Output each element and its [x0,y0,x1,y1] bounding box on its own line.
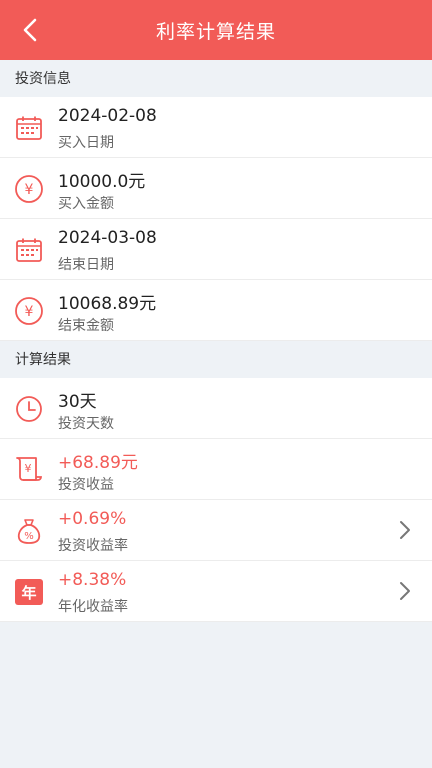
row-invest-return-rate[interactable]: % +0.69% 投资收益率 [0,500,432,561]
chevron-right-icon [400,582,410,600]
yen-icon: ¥ [14,174,44,204]
end-amount-label: 结束金额 [58,318,114,334]
row-end-date: 2024-03-08 结束日期 [0,219,432,280]
annual-return-rate-value: +8.38% [58,570,127,590]
top-bar: 利率计算结果 [0,0,432,60]
invest-profit-label: 投资收益 [58,477,114,493]
back-button[interactable] [16,16,44,44]
row-buy-date: 2024-02-08 买入日期 [0,97,432,158]
end-date-value: 2024-03-08 [58,228,157,248]
buy-date-label: 买入日期 [58,135,114,151]
section-header-invest-info: 投资信息 [0,60,432,96]
row-invest-profit: ¥ +68.89元 投资收益 [0,439,432,500]
clock-icon [14,394,44,424]
row-annual-return-rate[interactable]: 年 +8.38% 年化收益率 [0,561,432,622]
calendar-icon [14,235,44,265]
end-amount-value: 10068.89元 [58,294,157,314]
annual-return-rate-label: 年化收益率 [58,599,128,615]
row-end-amount: ¥ 10068.89元 结束金额 [0,280,432,341]
chevron-left-icon [23,18,37,42]
nian-icon: 年 [15,579,43,605]
invest-return-rate-label: 投资收益率 [58,538,128,554]
row-invest-days: 30天 投资天数 [0,378,432,439]
section-header-calc-result: 计算结果 [0,341,432,377]
percent-bag-icon: % [14,516,44,546]
end-date-label: 结束日期 [58,257,114,273]
invest-days-value: 30天 [58,392,97,412]
buy-amount-value: 10000.0元 [58,172,146,192]
invest-days-label: 投资天数 [58,416,114,432]
calendar-icon [14,113,44,143]
svg-text:%: % [24,531,34,542]
page-title: 利率计算结果 [155,20,276,43]
yen-scroll-icon: ¥ [14,455,44,485]
buy-amount-label: 买入金额 [58,196,114,212]
svg-text:¥: ¥ [25,304,34,320]
buy-date-value: 2024-02-08 [58,106,157,126]
invest-return-rate-value: +0.69% [58,509,127,529]
svg-text:¥: ¥ [25,462,32,475]
row-buy-amount: ¥ 10000.0元 买入金额 [0,158,432,219]
chevron-right-icon [400,521,410,539]
invest-profit-value: +68.89元 [58,453,138,473]
yen-icon: ¥ [14,296,44,326]
svg-text:¥: ¥ [25,182,34,198]
